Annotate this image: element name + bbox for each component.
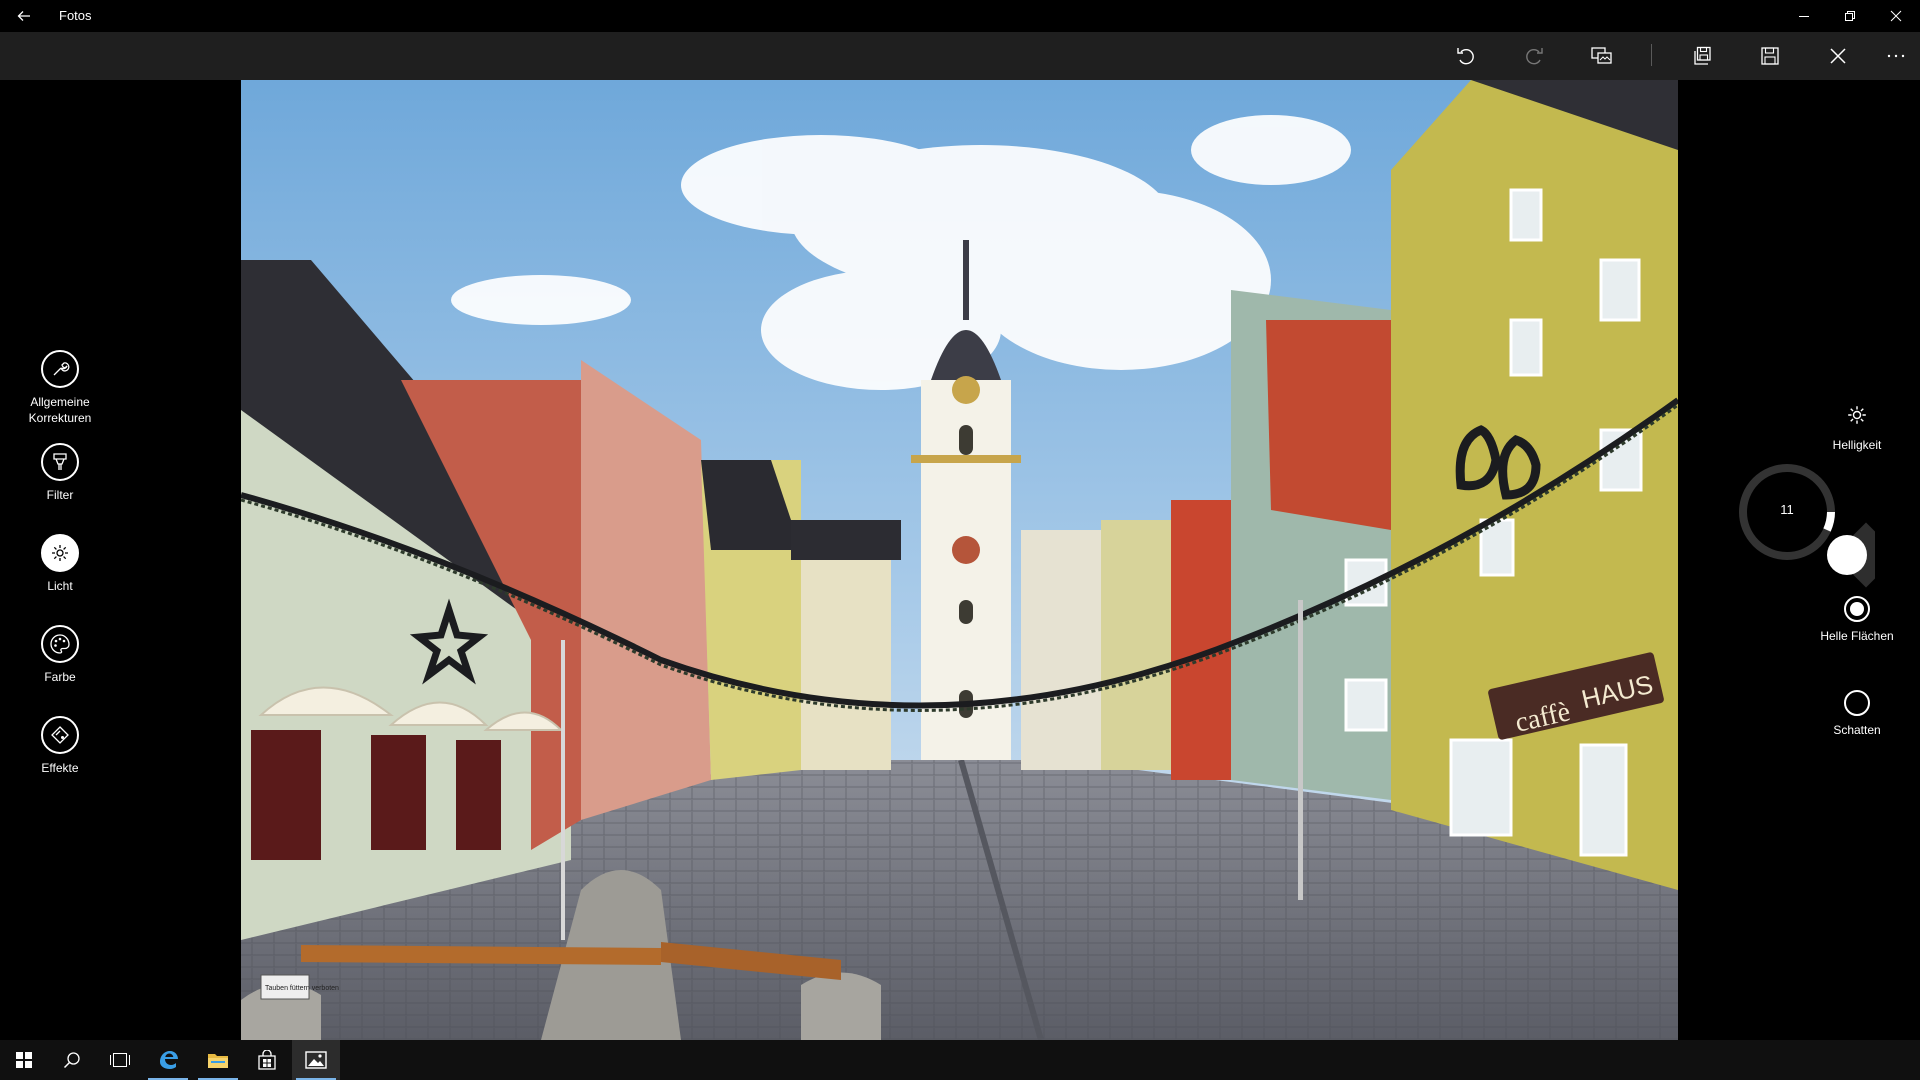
dial-value: 11 bbox=[1780, 502, 1794, 517]
tool-color[interactable]: Farbe bbox=[20, 625, 100, 685]
tool-label: Effekte bbox=[41, 761, 79, 775]
palette-icon bbox=[41, 625, 79, 663]
search-icon bbox=[63, 1052, 80, 1069]
toolbar-separator bbox=[1651, 44, 1652, 66]
store-taskbar-button[interactable] bbox=[243, 1040, 291, 1080]
photos-icon bbox=[305, 1051, 327, 1069]
close-window-button[interactable] bbox=[1873, 0, 1919, 32]
tool-filter[interactable]: Filter bbox=[20, 443, 100, 503]
taskbar bbox=[0, 1040, 1920, 1080]
highlights-dot-icon bbox=[1844, 596, 1870, 622]
save-icon bbox=[1761, 47, 1779, 65]
tool-label: Filter bbox=[46, 488, 74, 502]
tool-general-corrections[interactable]: Allgemeine Korrekturen bbox=[20, 350, 100, 426]
undo-icon bbox=[1457, 48, 1474, 65]
shadows-label: Schatten bbox=[1833, 723, 1881, 737]
highlights-control[interactable]: Helle Flächen bbox=[1812, 596, 1902, 644]
restore-button[interactable] bbox=[1827, 0, 1873, 32]
app-title: Fotos bbox=[59, 8, 92, 23]
dial-ring bbox=[1739, 464, 1899, 588]
task-view-icon bbox=[110, 1053, 130, 1067]
photo-canvas[interactable]: caffè HAUS Tauben füttern verboten bbox=[241, 80, 1678, 1040]
tool-effects[interactable]: Effekte bbox=[20, 716, 100, 776]
close-icon bbox=[1890, 10, 1902, 22]
minimize-button[interactable] bbox=[1781, 0, 1827, 32]
shadows-control[interactable]: Schatten bbox=[1812, 690, 1902, 738]
redo-icon bbox=[1526, 48, 1543, 65]
save-copy-icon bbox=[1694, 46, 1711, 65]
more-icon bbox=[1887, 54, 1905, 58]
save-copy-button[interactable] bbox=[1678, 32, 1726, 80]
sun-icon bbox=[41, 534, 79, 572]
tool-label: Allgemeine Korrekturen bbox=[28, 395, 92, 425]
tool-label: Licht bbox=[47, 579, 73, 593]
search-button[interactable] bbox=[48, 1040, 96, 1080]
file-explorer-taskbar-button[interactable] bbox=[194, 1040, 242, 1080]
shadows-ring-icon bbox=[1844, 690, 1870, 716]
tool-label: Farbe bbox=[44, 670, 76, 684]
undo-button[interactable] bbox=[1442, 32, 1490, 80]
photos-taskbar-button[interactable] bbox=[292, 1040, 340, 1080]
tool-light[interactable]: Licht bbox=[20, 534, 100, 594]
effects-icon bbox=[41, 716, 79, 754]
wrench-icon bbox=[41, 350, 79, 388]
filter-icon bbox=[41, 443, 79, 481]
windows-logo-icon bbox=[16, 1052, 32, 1068]
compare-button[interactable] bbox=[1578, 32, 1626, 80]
close-edit-button[interactable] bbox=[1814, 32, 1862, 80]
small-sign-text: Tauben füttern verboten bbox=[265, 985, 339, 992]
arrow-left-icon bbox=[17, 11, 30, 21]
sun-icon bbox=[1848, 406, 1866, 424]
save-button[interactable] bbox=[1746, 32, 1794, 80]
minimize-icon bbox=[1799, 16, 1809, 17]
brightness-label: Helligkeit bbox=[1832, 438, 1882, 452]
restore-icon bbox=[1845, 11, 1855, 21]
title-bar: Fotos bbox=[0, 0, 1920, 32]
brightness-control[interactable]: Helligkeit bbox=[1812, 404, 1902, 453]
redo-button[interactable] bbox=[1510, 32, 1558, 80]
light-dial[interactable]: 11 bbox=[1735, 460, 1899, 600]
store-icon bbox=[258, 1050, 276, 1070]
folder-icon bbox=[208, 1054, 228, 1068]
back-button[interactable] bbox=[10, 0, 38, 32]
edge-icon bbox=[160, 1051, 178, 1069]
task-view-button[interactable] bbox=[96, 1040, 144, 1080]
dial-handle[interactable] bbox=[1827, 535, 1867, 575]
start-button[interactable] bbox=[0, 1040, 48, 1080]
edge-taskbar-button[interactable] bbox=[144, 1040, 192, 1080]
edited-photo: caffè HAUS Tauben füttern verboten bbox=[241, 80, 1678, 1040]
edit-toolbar bbox=[0, 32, 1920, 80]
more-button[interactable] bbox=[1872, 32, 1920, 80]
close-icon bbox=[1830, 48, 1846, 64]
compare-icon bbox=[1591, 47, 1612, 64]
highlights-label: Helle Flächen bbox=[1820, 629, 1894, 643]
